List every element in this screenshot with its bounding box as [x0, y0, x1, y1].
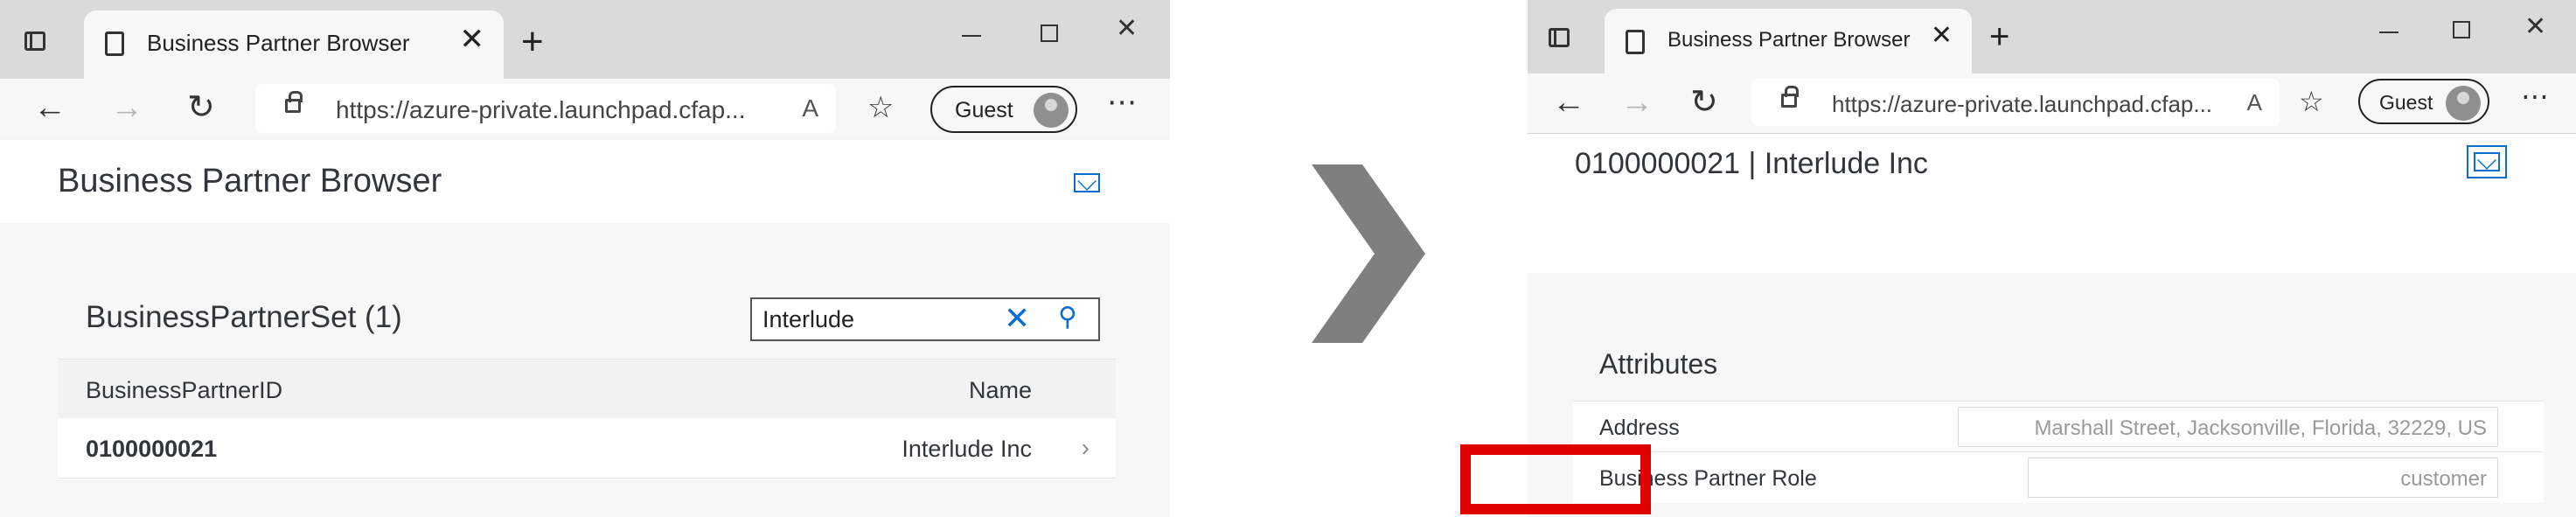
- profile-button[interactable]: Guest: [930, 86, 1077, 133]
- maximize-icon[interactable]: [1041, 24, 1058, 42]
- column-header-name: Name: [968, 377, 1032, 403]
- attribute-value: Marshall Street, Jacksonville, Florida, …: [2034, 416, 2487, 440]
- back-icon[interactable]: ←: [33, 91, 66, 124]
- address-bar[interactable]: https://azure-private.launchpad.cfap... …: [1751, 79, 2280, 126]
- search-field[interactable]: ✕ ⚲: [750, 297, 1100, 341]
- section-title: Attributes: [1599, 348, 1718, 380]
- window-close-icon[interactable]: ✕: [2524, 14, 2546, 40]
- forward-icon[interactable]: →: [1620, 86, 1654, 119]
- tab-title: Business Partner Browser: [147, 30, 410, 56]
- page-icon: [105, 31, 124, 56]
- new-tab-icon[interactable]: +: [1989, 19, 2009, 54]
- close-tab-icon[interactable]: ✕: [460, 24, 485, 54]
- address-url: https://azure-private.launchpad.cfap...: [1832, 91, 2213, 117]
- clear-icon[interactable]: ✕: [1004, 303, 1030, 334]
- attribute-value-field[interactable]: Marshall Street, Jacksonville, Florida, …: [1958, 407, 2498, 447]
- attribute-row-role: Business Partner Role customer: [1573, 451, 2544, 503]
- forward-icon[interactable]: →: [110, 91, 143, 124]
- back-icon[interactable]: ←: [1552, 86, 1585, 119]
- tab-strip: Business Partner Browser ✕ + ✕: [1528, 0, 2576, 73]
- profile-button[interactable]: Guest: [2358, 79, 2489, 124]
- page-icon: [1626, 30, 1645, 54]
- attribute-value-field[interactable]: customer: [2028, 458, 2498, 498]
- browser-window-right: Business Partner Browser ✕ + ✕ ← → ↻ htt…: [1528, 0, 2576, 517]
- guest-label: Guest: [955, 98, 1013, 122]
- window-close-icon[interactable]: ✕: [1116, 16, 1138, 42]
- column-header-id: BusinessPartnerID: [86, 377, 283, 403]
- avatar: [1034, 93, 1069, 128]
- minimize-icon[interactable]: [962, 35, 981, 37]
- app-header: Business Partner Browser: [0, 140, 1170, 223]
- email-icon[interactable]: [2467, 145, 2507, 178]
- minimize-icon[interactable]: [2379, 31, 2398, 33]
- list-title: BusinessPartnerSet (1): [86, 300, 402, 334]
- read-aloud-icon[interactable]: A: [802, 94, 818, 122]
- refresh-icon[interactable]: ↻: [1690, 86, 1718, 119]
- address-url: https://azure-private.launchpad.cfap...: [336, 96, 746, 123]
- close-tab-icon[interactable]: ✕: [1931, 23, 1953, 49]
- next-step-arrow-icon: [1312, 164, 1425, 343]
- search-icon[interactable]: ⚲: [1058, 304, 1077, 331]
- chevron-right-icon: ›: [1081, 434, 1090, 461]
- attribute-row-address: Address Marshall Street, Jacksonville, F…: [1573, 401, 2544, 452]
- guest-label: Guest: [2379, 91, 2433, 114]
- browser-tab[interactable]: Business Partner Browser ✕: [1605, 9, 1972, 73]
- address-bar[interactable]: https://azure-private.launchpad.cfap... …: [255, 84, 836, 133]
- object-title: 0100000021 | Interlude Inc: [1575, 147, 1928, 180]
- attribute-label: Address: [1599, 416, 1680, 440]
- search-input[interactable]: [762, 304, 999, 334]
- browser-toolbar: ← → ↻ https://azure-private.launchpad.cf…: [0, 79, 1170, 141]
- read-aloud-icon[interactable]: A: [2247, 89, 2262, 116]
- highlight-box: [1460, 444, 1651, 514]
- tab-title: Business Partner Browser: [1667, 28, 1911, 52]
- more-icon[interactable]: ⋯: [2521, 82, 2549, 110]
- lock-icon[interactable]: [285, 91, 303, 113]
- browser-window-left: Business Partner Browser ✕ + ✕ ← → ↻ htt…: [0, 0, 1170, 517]
- page-title: Business Partner Browser: [58, 163, 442, 199]
- table-row[interactable]: 0100000021 Interlude Inc ›: [58, 418, 1116, 479]
- row-partner-name: Interlude Inc: [902, 436, 1032, 462]
- maximize-icon[interactable]: [2453, 21, 2470, 38]
- favorites-icon[interactable]: ☆: [2299, 87, 2324, 115]
- row-partner-id: 0100000021: [86, 436, 218, 462]
- more-icon[interactable]: ⋯: [1107, 87, 1137, 117]
- avatar: [2446, 86, 2481, 121]
- email-icon[interactable]: [1074, 173, 1100, 192]
- browser-tab[interactable]: Business Partner Browser ✕: [84, 10, 504, 79]
- tab-strip: Business Partner Browser ✕ + ✕: [0, 0, 1170, 79]
- browser-toolbar: ← → ↻ https://azure-private.launchpad.cf…: [1528, 73, 2576, 134]
- sidebar-icon[interactable]: [1540, 17, 1580, 58]
- new-tab-icon[interactable]: +: [521, 23, 544, 61]
- lock-icon[interactable]: [1781, 86, 1799, 108]
- favorites-icon[interactable]: ☆: [867, 93, 894, 122]
- sidebar-icon[interactable]: [16, 21, 56, 61]
- table-header: BusinessPartnerID Name: [58, 359, 1116, 420]
- refresh-icon[interactable]: ↻: [187, 91, 215, 124]
- attribute-value: customer: [2400, 467, 2487, 491]
